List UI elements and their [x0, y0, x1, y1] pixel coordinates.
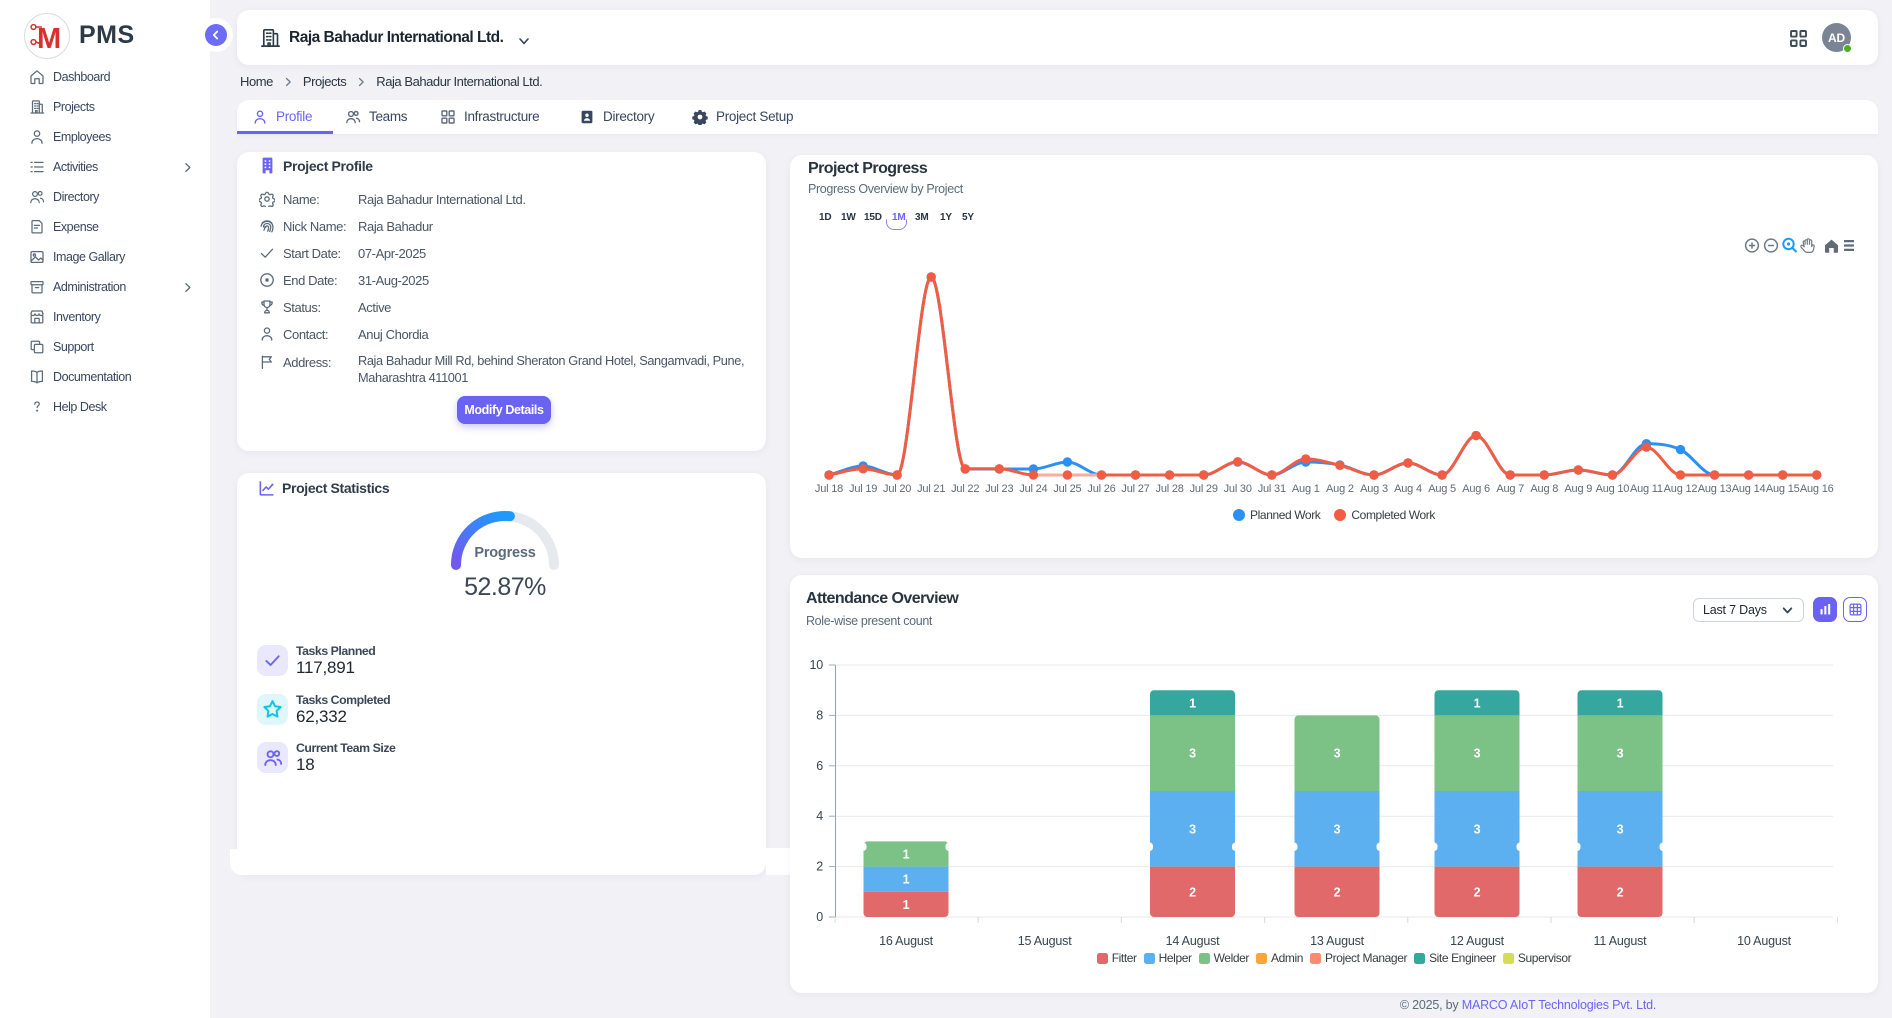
svg-text:12 August: 12 August: [1450, 934, 1505, 948]
svg-text:1: 1: [903, 898, 910, 912]
svg-text:3: 3: [1334, 822, 1341, 836]
svg-text:Aug 9: Aug 9: [1564, 483, 1592, 495]
svg-text:Aug 7: Aug 7: [1496, 483, 1524, 495]
svg-text:Aug 5: Aug 5: [1428, 483, 1456, 495]
svg-text:0: 0: [816, 910, 823, 924]
svg-text:Jul 25: Jul 25: [1053, 483, 1081, 495]
svg-text:3: 3: [1189, 822, 1196, 836]
svg-text:2: 2: [1617, 885, 1624, 899]
svg-text:Aug 15: Aug 15: [1766, 483, 1800, 495]
svg-text:Aug 12: Aug 12: [1664, 483, 1698, 495]
svg-text:Aug 6: Aug 6: [1462, 483, 1490, 495]
svg-text:Aug 4: Aug 4: [1394, 483, 1422, 495]
svg-text:Aug 2: Aug 2: [1326, 483, 1354, 495]
svg-text:Jul 19: Jul 19: [849, 483, 877, 495]
svg-text:Jul 26: Jul 26: [1087, 483, 1115, 495]
svg-text:1: 1: [1189, 696, 1196, 710]
svg-text:Aug 1: Aug 1: [1292, 483, 1320, 495]
svg-text:2: 2: [1474, 885, 1481, 899]
svg-text:2: 2: [816, 860, 823, 874]
svg-text:4: 4: [816, 809, 823, 823]
svg-text:1: 1: [903, 848, 910, 862]
svg-text:10: 10: [809, 658, 823, 672]
svg-text:13 August: 13 August: [1310, 934, 1365, 948]
svg-text:6: 6: [816, 759, 823, 773]
svg-text:Jul 27: Jul 27: [1121, 483, 1149, 495]
svg-text:Aug 8: Aug 8: [1530, 483, 1558, 495]
svg-text:14 August: 14 August: [1166, 934, 1221, 948]
svg-text:16 August: 16 August: [879, 934, 934, 948]
svg-text:1: 1: [1474, 696, 1481, 710]
svg-text:Aug 16: Aug 16: [1800, 483, 1834, 495]
svg-text:Aug 13: Aug 13: [1698, 483, 1732, 495]
svg-text:3: 3: [1474, 747, 1481, 761]
svg-text:10 August: 10 August: [1737, 934, 1792, 948]
svg-text:Jul 24: Jul 24: [1019, 483, 1047, 495]
svg-text:8: 8: [816, 708, 823, 722]
svg-text:11 August: 11 August: [1594, 934, 1648, 948]
svg-text:1: 1: [1617, 696, 1624, 710]
svg-text:3: 3: [1189, 747, 1196, 761]
svg-text:Aug 10: Aug 10: [1596, 483, 1630, 495]
svg-text:Jul 31: Jul 31: [1258, 483, 1286, 495]
svg-text:Jul 21: Jul 21: [917, 483, 945, 495]
svg-text:Jul 18: Jul 18: [815, 483, 843, 495]
svg-text:Aug 3: Aug 3: [1360, 483, 1388, 495]
svg-text:Jul 28: Jul 28: [1156, 483, 1184, 495]
svg-text:2: 2: [1189, 885, 1196, 899]
svg-text:Jul 20: Jul 20: [883, 483, 911, 495]
svg-text:Jul 29: Jul 29: [1190, 483, 1218, 495]
svg-text:2: 2: [1334, 885, 1341, 899]
svg-text:Aug 11: Aug 11: [1630, 483, 1663, 495]
svg-text:Jul 30: Jul 30: [1224, 483, 1252, 495]
svg-text:Aug 14: Aug 14: [1732, 483, 1766, 495]
svg-text:Jul 22: Jul 22: [951, 483, 979, 495]
svg-text:Jul 23: Jul 23: [985, 483, 1013, 495]
svg-text:3: 3: [1617, 747, 1624, 761]
svg-text:3: 3: [1334, 747, 1341, 761]
svg-text:1: 1: [903, 873, 910, 887]
svg-text:15 August: 15 August: [1018, 934, 1073, 948]
svg-text:3: 3: [1474, 822, 1481, 836]
svg-text:3: 3: [1617, 822, 1624, 836]
